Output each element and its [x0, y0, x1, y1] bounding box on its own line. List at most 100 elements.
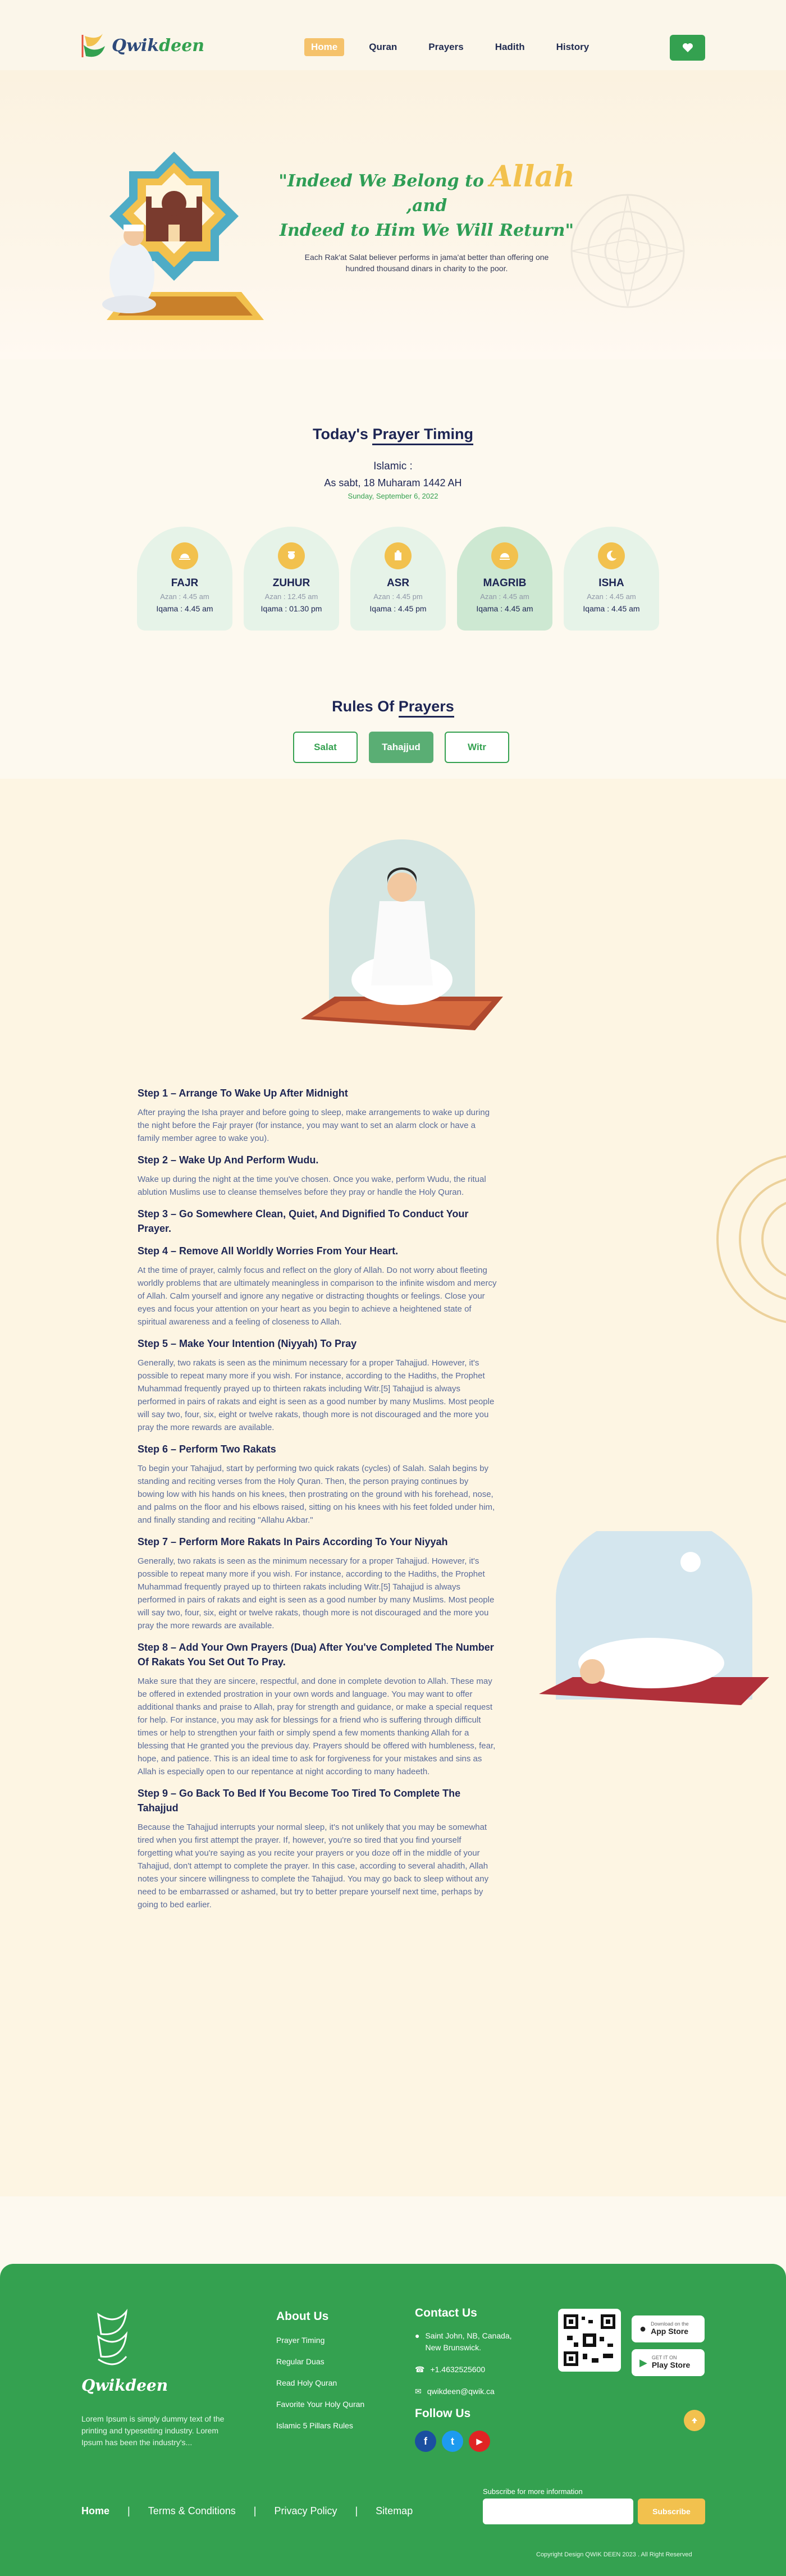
step-9: Step 9 – Go Back To Bed If You Become To… — [138, 1786, 497, 1911]
prayer-name: FAJR — [171, 577, 199, 589]
step-7: Step 7 – Perform More Rakats In Pairs Ac… — [138, 1534, 497, 1632]
step-body: Wake up during the night at the time you… — [138, 1175, 486, 1197]
prayer-card-fajr: FAJR Azan : 4.45 am Iqama : 4.45 am — [137, 527, 232, 631]
bottom-link-home[interactable]: Home — [81, 2505, 109, 2517]
step-body: Generally, two rakats is seen as the min… — [138, 1556, 495, 1630]
about-title: About Us — [276, 2310, 329, 2323]
prayer-iqama: Iqama : 01.30 pm — [261, 604, 322, 613]
step-title: Step 8 – Add Your Own Prayers (Dua) Afte… — [138, 1642, 494, 1668]
subscribe-input[interactable] — [483, 2499, 633, 2524]
footer-logo[interactable]: Qwikdeen — [81, 2309, 168, 2395]
prayer-name: ZUHUR — [272, 577, 310, 589]
arrow-up-icon — [692, 2418, 697, 2423]
footer-link-regular-duas[interactable]: Regular Duas — [276, 2357, 364, 2366]
footer-logo-leaf-icon — [97, 2309, 128, 2365]
step-title: Step 7 – Perform More Rakats In Pairs Ac… — [138, 1536, 448, 1547]
step-5: Step 5 – Make Your Intention (Niyyah) To… — [138, 1336, 497, 1434]
contact-address: ● Saint John, NB, Canada, New Brunswick. — [415, 2330, 515, 2354]
quote-before: "Indeed We Belong to — [278, 171, 484, 191]
sitting-man-illustration — [301, 839, 503, 1030]
quote-after: ,and — [406, 196, 447, 216]
step-title: Step 9 – Go Back To Bed If You Become To… — [138, 1788, 461, 1814]
nav-history[interactable]: History — [550, 38, 596, 56]
bottom-link-privacy[interactable]: Privacy Policy — [274, 2505, 337, 2517]
app-store-small: Download on the — [651, 2321, 689, 2327]
step-6: Step 6 – Perform Two Rakats To begin you… — [138, 1442, 497, 1527]
contact-phone[interactable]: ☎ +1.4632525600 — [415, 2364, 515, 2376]
nav-hadith[interactable]: Hadith — [488, 38, 532, 56]
copyright: Copyright Design QWIK DEEN 2023 . All Ri… — [536, 2551, 692, 2558]
step-title: Step 2 – Wake Up And Perform Wudu. — [138, 1154, 319, 1166]
main-nav: Home Quran Prayers Hadith History — [304, 38, 596, 56]
mandala-decoration — [570, 194, 685, 308]
step-body: At the time of prayer, calmly focus and … — [138, 1266, 497, 1327]
footer-about: About Us Prayer Timing Regular Duas Read… — [276, 2310, 364, 2430]
prayer-card-asr: ASR Azan : 4.45 pm Iqama : 4.45 pm — [350, 527, 446, 631]
nav-home[interactable]: Home — [304, 38, 345, 56]
footer-link-read-quran[interactable]: Read Holy Quran — [276, 2378, 364, 2387]
step-title: Step 1 – Arrange To Wake Up After Midnig… — [138, 1088, 348, 1099]
twitter-icon[interactable]: t — [442, 2431, 463, 2452]
rules-title-underlined: Prayers — [398, 698, 454, 718]
prayer-name: ASR — [386, 577, 410, 589]
tab-tahajjud[interactable]: Tahajjud — [369, 732, 433, 763]
step-8: Step 8 – Add Your Own Prayers (Dua) Afte… — [138, 1640, 497, 1778]
nav-prayers[interactable]: Prayers — [422, 38, 470, 56]
rules-steps: Step 1 – Arrange To Wake Up After Midnig… — [138, 1078, 497, 1911]
footer-logo-prefix: Qwik — [81, 2376, 126, 2395]
divider: | — [253, 2505, 257, 2516]
mandala-decoration-side — [716, 1155, 786, 1323]
nav-quran[interactable]: Quran — [362, 38, 404, 56]
prayer-name: ISHA — [598, 577, 624, 589]
bottom-link-terms[interactable]: Terms & Conditions — [148, 2505, 236, 2517]
prayer-card-zuhur: ZUHUR Azan : 12.45 am Iqama : 01.30 pm — [244, 527, 339, 631]
prayer-azan: Azan : 12.45 am — [264, 592, 318, 601]
timing-title-underlined: Prayer Timing — [372, 426, 474, 445]
footer-link-prayer-timing[interactable]: Prayer Timing — [276, 2336, 364, 2345]
step-2: Step 2 – Wake Up And Perform Wudu. Wake … — [138, 1153, 497, 1199]
favorites-button[interactable] — [670, 35, 705, 61]
hero-subtitle: Each Rak'at Salat believer performs in j… — [304, 253, 549, 273]
prayer-azan: Azan : 4.45 am — [480, 592, 529, 601]
subscribe-label: Subscribe for more information — [483, 2487, 583, 2496]
sun-icon — [385, 542, 412, 569]
footer-link-favorite-quran[interactable]: Favorite Your Holy Quran — [276, 2400, 364, 2409]
qr-code-icon — [564, 2314, 615, 2366]
phone-text: +1.4632525600 — [430, 2365, 486, 2374]
hero-section: "Indeed We Belong to Allah ,and Indeed t… — [0, 70, 786, 359]
prayer-azan: Azan : 4.45 am — [587, 592, 636, 601]
social-links: f t ▶ — [415, 2431, 490, 2452]
step-body: Make sure that they are sincere, respect… — [138, 1677, 496, 1776]
brand-logo[interactable]: Qwikdeen — [80, 29, 204, 62]
phone-icon: ☎ — [415, 2365, 425, 2374]
footer-follow: Follow Us f t ▶ — [415, 2407, 490, 2452]
prayer-iqama: Iqama : 4.45 pm — [369, 604, 427, 613]
address-text: Saint John, NB, Canada, New Brunswick. — [425, 2331, 512, 2352]
footer-link-pillars[interactable]: Islamic 5 Pillars Rules — [276, 2421, 364, 2430]
bottom-link-sitemap[interactable]: Sitemap — [376, 2505, 413, 2517]
prayer-card-magrib: MAGRIB Azan : 4.45 am Iqama : 4.45 am — [457, 527, 552, 631]
quote-allah: Allah — [490, 159, 575, 194]
quote-line2: Indeed to Him We Will Return" — [279, 221, 574, 240]
footer-contact: Contact Us ● Saint John, NB, Canada, New… — [415, 2306, 515, 2397]
scroll-top-button[interactable] — [684, 2410, 705, 2431]
subscribe-button[interactable]: Subscribe — [638, 2499, 705, 2524]
play-store-button[interactable]: ▶ GET IT ON Play Store — [632, 2349, 705, 2376]
tab-witr[interactable]: Witr — [445, 732, 509, 763]
prayer-iqama: Iqama : 4.45 am — [476, 604, 533, 613]
facebook-icon[interactable]: f — [415, 2431, 436, 2452]
step-body: After praying the Isha prayer and before… — [138, 1108, 490, 1143]
prayer-name: MAGRIB — [483, 577, 527, 589]
email-text: qwikdeen@qwik.ca — [427, 2387, 495, 2396]
app-store-button[interactable]: ● Download on the App Store — [632, 2315, 705, 2342]
prayer-iqama: Iqama : 4.45 am — [156, 604, 213, 613]
step-body: Generally, two rakats is seen as the min… — [138, 1358, 495, 1432]
contact-email[interactable]: ✉ qwikdeen@qwik.ca — [415, 2386, 515, 2397]
tab-salat[interactable]: Salat — [293, 732, 358, 763]
qr-code — [558, 2309, 621, 2372]
mail-icon: ✉ — [415, 2387, 422, 2396]
step-3: Step 3 – Go Somewhere Clean, Quiet, And … — [138, 1207, 497, 1236]
youtube-icon[interactable]: ▶ — [469, 2431, 490, 2452]
prayer-timing-title: Today's Prayer Timing — [0, 426, 786, 445]
divider: | — [355, 2505, 358, 2516]
